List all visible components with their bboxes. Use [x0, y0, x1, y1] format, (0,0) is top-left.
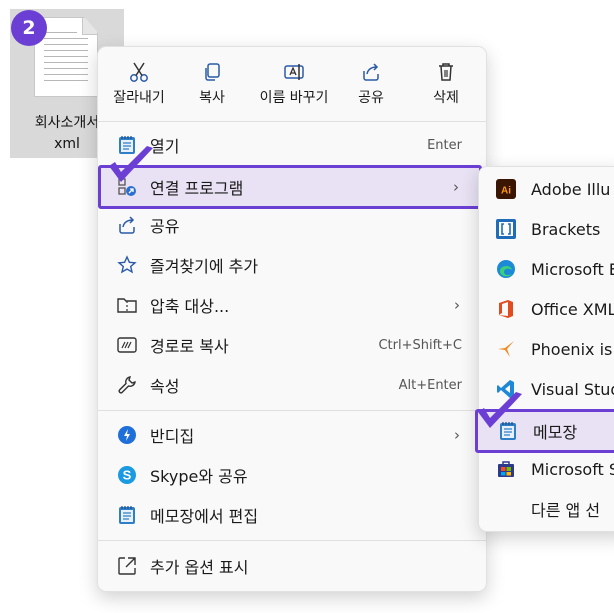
menu-item-edit-notepad[interactable]: 메모장에서 편집 [104, 497, 480, 533]
copy-button[interactable]: 복사 [184, 57, 240, 113]
menu-item-label: 메모장에서 편집 [150, 507, 259, 526]
submenu-item-label: 다른 앱 선 [531, 501, 601, 520]
copy-label: 복사 [199, 90, 225, 106]
menu-item-label: Skype와 공유 [150, 467, 248, 486]
open-with-submenu: Ai Adobe Illu Brackets Microsoft E Offic… [475, 166, 614, 532]
menu-item-skype-share[interactable]: S Skype와 공유 [104, 457, 480, 493]
divider [98, 540, 486, 541]
copy-path-icon [116, 334, 138, 356]
submenu-item-illustrator[interactable]: Ai Adobe Illu [479, 171, 614, 207]
zip-folder-icon [116, 294, 138, 316]
submenu-item-phoenix[interactable]: Phoenix is [479, 331, 614, 367]
submenu-item-label: 메모장 [533, 423, 578, 442]
bandizip-icon [116, 424, 138, 446]
submenu-item-label: Microsoft S [531, 459, 614, 479]
menu-item-label: 공유 [150, 217, 180, 236]
submenu-item-edge[interactable]: Microsoft E [479, 251, 614, 287]
submenu-item-label: Phoenix is [531, 339, 613, 359]
cut-label: 잘라내기 [113, 90, 165, 106]
shortcut-text: Ctrl+Shift+C [378, 337, 462, 353]
menu-item-open[interactable]: 열기 Enter [104, 127, 480, 163]
submenu-item-label: Visual Stud [531, 379, 614, 399]
phoenix-icon [495, 338, 517, 360]
menu-item-label: 추가 옵션 표시 [150, 558, 249, 577]
more-options-icon [116, 555, 138, 577]
shortcut-text: Enter [427, 137, 462, 153]
menu-item-more-options[interactable]: 추가 옵션 표시 [104, 548, 480, 584]
submenu-item-label: Adobe Illu [531, 179, 611, 199]
submenu-item-office-xml[interactable]: Office XML [479, 291, 614, 327]
rename-icon [248, 57, 340, 87]
menu-item-label: 속성 [150, 377, 180, 396]
menu-item-label: 즐겨찾기에 추가 [150, 257, 259, 276]
menu-item-label: 반디집 [150, 427, 195, 446]
step-badge: 2 [11, 10, 47, 46]
menu-item-add-favorites[interactable]: 즐겨찾기에 추가 [104, 247, 480, 283]
divider [98, 121, 486, 122]
svg-text:S: S [123, 468, 132, 483]
menu-item-compress[interactable]: 압축 대상... › [104, 287, 480, 323]
edge-icon [495, 258, 517, 280]
rename-button[interactable]: 이름 바꾸기 [248, 57, 340, 113]
share-icon [346, 57, 396, 87]
office-icon [495, 298, 517, 320]
share-icon [116, 214, 138, 236]
menu-item-bandizip[interactable]: 반디집 › [104, 417, 480, 453]
menu-item-properties[interactable]: 속성 Alt+Enter [104, 367, 480, 403]
menu-item-label: 연결 프로그램 [150, 179, 244, 198]
submenu-item-brackets[interactable]: Brackets [479, 211, 614, 247]
menu-item-share[interactable]: 공유 [104, 207, 480, 243]
checkmark-annotation-icon [109, 146, 153, 182]
svg-text:Ai: Ai [501, 186, 511, 197]
chevron-right-icon: › [453, 178, 459, 196]
delete-label: 삭제 [433, 90, 459, 106]
submenu-item-choose-other-app[interactable]: 다른 앱 선 [479, 491, 614, 527]
scissors-icon [106, 57, 172, 87]
context-menu: 잘라내기 복사 이름 바꾸기 공유 삭제 열기 Enter 연결 프로그램 › … [97, 46, 487, 592]
star-icon [116, 254, 138, 276]
store-icon [495, 458, 517, 480]
menu-item-copy-path[interactable]: 경로로 복사 Ctrl+Shift+C [104, 327, 480, 363]
share-button[interactable]: 공유 [346, 57, 396, 113]
wrench-icon [116, 374, 138, 396]
shortcut-text: Alt+Enter [398, 377, 462, 393]
copy-icon [184, 57, 240, 87]
share-label: 공유 [358, 90, 384, 106]
skype-icon: S [116, 464, 138, 486]
menu-item-label: 압축 대상... [150, 297, 230, 316]
menu-item-label: 경로로 복사 [150, 337, 229, 356]
notepad-icon [116, 504, 138, 526]
trash-icon [418, 57, 474, 87]
submenu-item-label: Microsoft E [531, 259, 614, 279]
chevron-right-icon: › [454, 426, 460, 444]
submenu-item-label: Office XML [531, 299, 614, 319]
quick-actions-bar: 잘라내기 복사 이름 바꾸기 공유 삭제 [98, 47, 486, 115]
checkmark-annotation-icon [478, 392, 522, 428]
delete-button[interactable]: 삭제 [418, 57, 474, 113]
chevron-right-icon: › [454, 296, 460, 314]
brackets-icon [495, 218, 517, 240]
divider [98, 410, 486, 411]
cut-button[interactable]: 잘라내기 [106, 57, 172, 113]
submenu-item-label: Brackets [531, 219, 601, 239]
rename-label: 이름 바꾸기 [259, 90, 329, 106]
submenu-item-ms-store[interactable]: Microsoft S [479, 451, 614, 487]
illustrator-icon: Ai [495, 178, 517, 200]
